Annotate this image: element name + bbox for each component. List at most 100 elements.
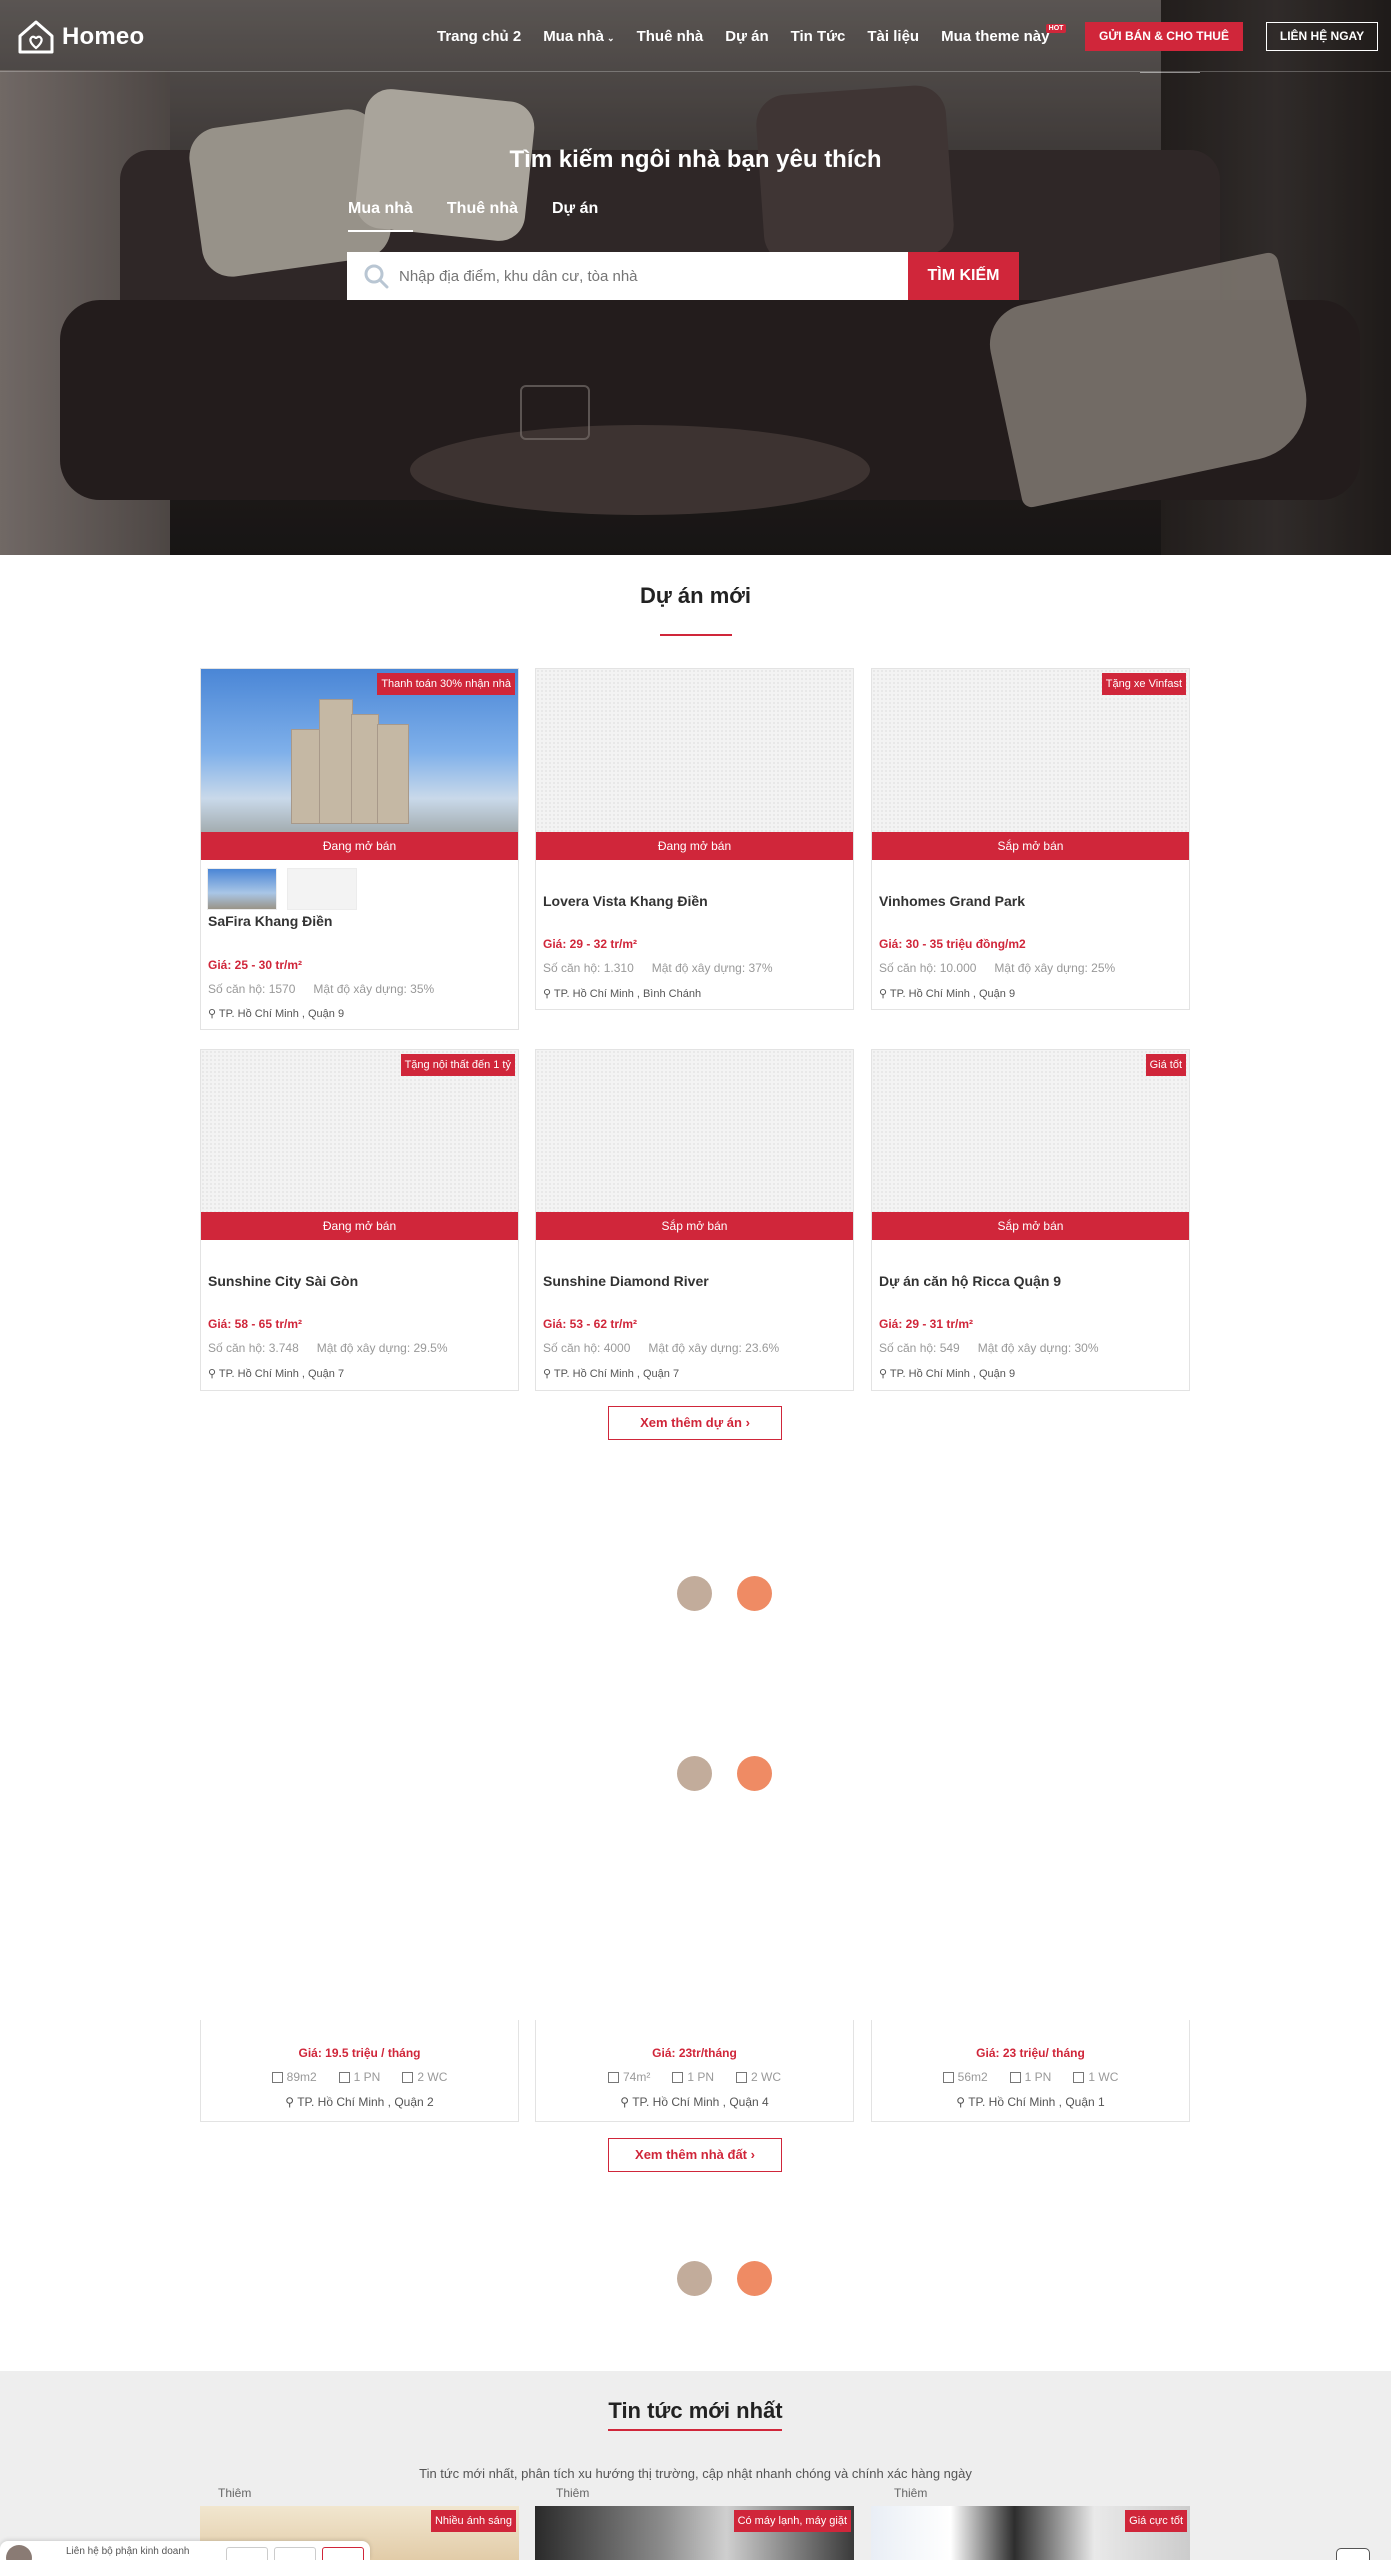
project-price: Giá: 29 - 32 tr/m² bbox=[543, 937, 638, 951]
loading-dot bbox=[737, 2261, 772, 2296]
tab-buy[interactable]: Mua nhà bbox=[348, 200, 413, 232]
nav-item-buy-theme[interactable]: Mua theme này HOT bbox=[941, 24, 1067, 45]
status-badge: Sắp mở bán bbox=[872, 1212, 1189, 1240]
location-text: TP. Hồ Chí Minh , Quận 1 bbox=[968, 2095, 1105, 2109]
search-button[interactable]: TÌM KIẾM bbox=[908, 252, 1019, 300]
rental-card[interactable]: Giá: 23 triệu/ tháng 56m2 1 PN 1 WC ⚲ TP… bbox=[871, 2020, 1190, 2122]
building-shape bbox=[319, 699, 353, 824]
tab-projects[interactable]: Dự án bbox=[552, 200, 598, 232]
project-card[interactable]: Đang mở bán Lovera Vista Khang Điền Giá:… bbox=[535, 668, 854, 1010]
building-shape bbox=[351, 714, 379, 824]
project-card[interactable]: Thanh toán 30% nhận nhà Đang mở bán SaFi… bbox=[200, 668, 519, 1030]
thumbnail[interactable] bbox=[287, 868, 357, 910]
news-category[interactable]: Thiêm bbox=[556, 2486, 589, 2500]
map-pin-icon: ⚲ bbox=[879, 988, 888, 1000]
tab-rent[interactable]: Thuê nhà bbox=[447, 200, 518, 232]
area-text: 89m2 bbox=[286, 2070, 317, 2084]
project-name[interactable]: Sunshine City Sài Gòn bbox=[208, 1273, 358, 1289]
project-meta: Số căn hộ: 1570 Mật độ xây dựng: 35% bbox=[208, 982, 434, 996]
project-name[interactable]: SaFira Khang Điền bbox=[208, 913, 332, 929]
loading-dot bbox=[677, 2261, 712, 2296]
project-image[interactable] bbox=[536, 1050, 853, 1235]
project-name[interactable]: Vinhomes Grand Park bbox=[879, 893, 1025, 909]
news-category[interactable]: Thiêm bbox=[894, 2486, 927, 2500]
rental-location: ⚲ TP. Hồ Chí Minh , Quận 4 bbox=[536, 2095, 853, 2109]
density: Mật độ xây dựng: 30% bbox=[977, 1341, 1099, 1355]
news-card[interactable]: Có máy lạnh, máy giặt bbox=[535, 2506, 854, 2560]
project-card[interactable]: Giá tốt Sắp mở bán Dự án căn hộ Ricca Qu… bbox=[871, 1049, 1190, 1391]
nav-item-projects[interactable]: Dự án bbox=[725, 28, 768, 45]
chat-widget[interactable]: Liên hệ bộ phận kinh doanh bbox=[0, 2541, 370, 2560]
news-badge: Giá cực tốt bbox=[1125, 2510, 1187, 2532]
rental-location: ⚲ TP. Hồ Chí Minh , Quận 1 bbox=[872, 2095, 1189, 2109]
nav-item-home-2[interactable]: Trang chủ 2 bbox=[437, 28, 521, 45]
sell-rent-button[interactable]: GỬI BÁN & CHO THUÊ bbox=[1085, 22, 1243, 51]
building-shape bbox=[291, 729, 321, 824]
checkbox-icon bbox=[1073, 2071, 1085, 2083]
chat-message-button[interactable] bbox=[274, 2547, 316, 2560]
project-card[interactable]: Tặng nội thất đến 1 tỷ Đang mở bán Sunsh… bbox=[200, 1049, 519, 1391]
contact-button[interactable]: LIÊN HỆ NGAY bbox=[1266, 22, 1378, 51]
area-feature: 74m² bbox=[607, 2070, 650, 2084]
bath-text: 2 WC bbox=[751, 2070, 782, 2084]
bath-feature: 2 WC bbox=[402, 2070, 447, 2084]
bath-text: 1 WC bbox=[1088, 2070, 1119, 2084]
project-name[interactable]: Dự án căn hộ Ricca Quận 9 bbox=[879, 1273, 1061, 1289]
project-image[interactable]: Thanh toán 30% nhận nhà bbox=[201, 669, 518, 854]
rental-location: ⚲ TP. Hồ Chí Minh , Quận 2 bbox=[201, 2095, 518, 2109]
bedroom-text: 1 PN bbox=[1024, 2070, 1052, 2084]
location-text: TP. Hồ Chí Minh , Bình Chánh bbox=[553, 988, 702, 1000]
project-image[interactable]: Giá tốt bbox=[872, 1050, 1189, 1235]
search-input[interactable] bbox=[399, 267, 879, 285]
section-title-underline bbox=[608, 2429, 782, 2431]
rental-price: Giá: 19.5 triệu / tháng bbox=[298, 2046, 421, 2060]
checkbox-icon bbox=[338, 2071, 350, 2083]
news-badge: Nhiều ánh sáng bbox=[430, 2510, 516, 2532]
units-count: Số căn hộ: 10.000 bbox=[879, 961, 977, 975]
bedroom-feature: 1 PN bbox=[338, 2070, 380, 2084]
nav-item-rent[interactable]: Thuê nhà bbox=[637, 28, 704, 45]
project-image[interactable] bbox=[536, 669, 853, 854]
chevron-right-icon: › bbox=[750, 2147, 755, 2162]
area-text: 56m2 bbox=[957, 2070, 988, 2084]
status-badge: Đang mở bán bbox=[201, 1212, 518, 1240]
checkbox-icon bbox=[942, 2071, 954, 2083]
units-count: Số căn hộ: 4000 bbox=[543, 1341, 631, 1355]
search-box bbox=[347, 252, 908, 300]
project-image[interactable]: Tặng xe Vinfast bbox=[872, 669, 1189, 854]
logo[interactable]: Homeo bbox=[16, 18, 144, 56]
loading-dot bbox=[737, 1756, 772, 1791]
project-meta: Số căn hộ: 1.310 Mật độ xây dựng: 37% bbox=[543, 961, 773, 975]
thumbnail[interactable] bbox=[207, 868, 277, 910]
more-properties-button[interactable]: Xem thêm nhà đất › bbox=[608, 2138, 782, 2172]
house-heart-icon bbox=[18, 20, 54, 54]
project-name[interactable]: Sunshine Diamond River bbox=[543, 1273, 709, 1289]
news-card[interactable]: Giá cực tốt bbox=[871, 2506, 1190, 2560]
project-card[interactable]: Tặng xe Vinfast Sắp mở bán Vinhomes Gran… bbox=[871, 668, 1190, 1010]
rental-price: Giá: 23 triệu/ tháng bbox=[976, 2046, 1085, 2060]
nav-item-label: Mua theme này bbox=[941, 28, 1050, 45]
project-price: Giá: 53 - 62 tr/m² bbox=[543, 1317, 638, 1331]
nav-item-docs[interactable]: Tài liệu bbox=[867, 28, 919, 45]
chat-close-button[interactable] bbox=[322, 2547, 364, 2560]
building-shape bbox=[377, 724, 409, 824]
more-projects-button[interactable]: Xem thêm dự án › bbox=[608, 1406, 782, 1440]
nav-item-news[interactable]: Tin Tức bbox=[791, 28, 846, 45]
location-text: TP. Hồ Chí Minh , Quận 9 bbox=[889, 988, 1016, 1000]
rental-card[interactable]: Giá: 19.5 triệu / tháng 89m2 1 PN 2 WC ⚲… bbox=[200, 2020, 519, 2122]
rental-card[interactable]: Giá: 23tr/tháng 74m² 1 PN 2 WC ⚲ TP. Hồ … bbox=[535, 2020, 854, 2122]
scroll-top-button[interactable] bbox=[1336, 2548, 1370, 2560]
project-image[interactable]: Tặng nội thất đến 1 tỷ bbox=[201, 1050, 518, 1235]
nav-item-buy[interactable]: Mua nhà ⌄ bbox=[543, 28, 614, 45]
map-pin-icon: ⚲ bbox=[956, 2095, 966, 2109]
map-pin-icon: ⚲ bbox=[879, 1368, 888, 1380]
project-card[interactable]: Sắp mở bán Sunshine Diamond River Giá: 5… bbox=[535, 1049, 854, 1391]
news-subtitle: Tin tức mới nhất, phân tích xu hướng thị… bbox=[419, 2466, 972, 2481]
news-category[interactable]: Thiêm bbox=[218, 2486, 251, 2500]
chat-phone-button[interactable] bbox=[226, 2547, 268, 2560]
location-text: TP. Hồ Chí Minh , Quận 4 bbox=[632, 2095, 769, 2109]
project-location: ⚲ TP. Hồ Chí Minh , Quận 9 bbox=[879, 987, 1015, 1000]
project-location: ⚲ TP. Hồ Chí Minh , Quận 7 bbox=[543, 1367, 679, 1380]
checkbox-icon bbox=[607, 2071, 619, 2083]
project-name[interactable]: Lovera Vista Khang Điền bbox=[543, 893, 708, 909]
